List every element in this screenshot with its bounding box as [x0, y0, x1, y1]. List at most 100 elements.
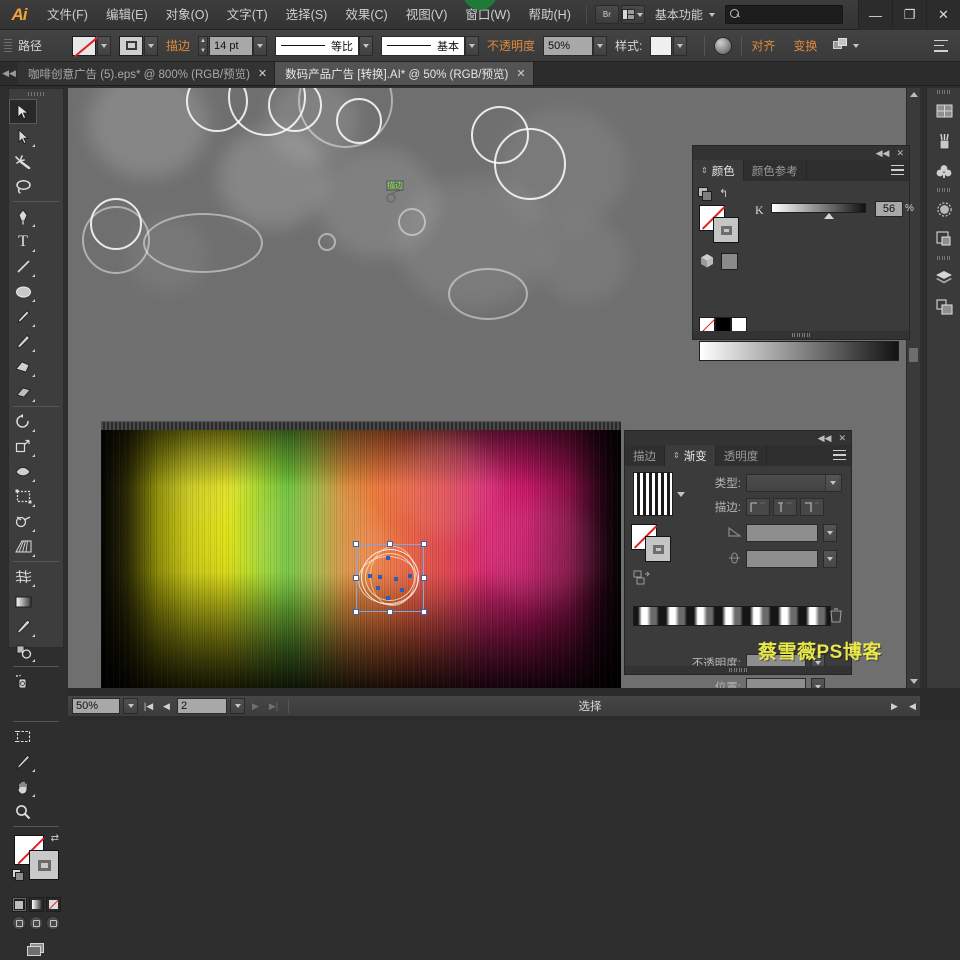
- isolate-group-icon[interactable]: [833, 37, 848, 54]
- align-button[interactable]: 对齐: [751, 37, 775, 54]
- tab-gradient[interactable]: ⇕ 渐变: [665, 445, 716, 466]
- control-panel-menu-icon[interactable]: [934, 39, 948, 52]
- path-anchor-point[interactable]: [368, 574, 372, 578]
- close-icon[interactable]: ✕: [838, 433, 846, 444]
- color-panel-resize-grip[interactable]: [693, 331, 909, 339]
- selection-handle[interactable]: [353, 609, 359, 615]
- tool-selection[interactable]: [9, 99, 37, 124]
- opacity-dropdown[interactable]: [593, 35, 608, 56]
- k-slider-thumb[interactable]: [824, 213, 834, 219]
- arrange-documents-button[interactable]: [620, 5, 645, 24]
- tool-perspective-grid[interactable]: [9, 534, 37, 559]
- control-bar-grip[interactable]: [4, 37, 12, 55]
- gradient-aspect-chevron-down-icon[interactable]: [823, 550, 837, 568]
- tool-type[interactable]: T: [9, 229, 37, 254]
- menu-effect[interactable]: 效果(C): [336, 0, 396, 30]
- tab-color-guide[interactable]: 颜色参考: [744, 160, 807, 181]
- swap-fill-stroke-icon[interactable]: ⇄: [51, 833, 59, 844]
- tool-direct-selection[interactable]: [9, 124, 37, 149]
- tab-transparency[interactable]: 透明度: [716, 445, 768, 466]
- workspace-chevron-down-icon[interactable]: [708, 12, 715, 17]
- rail-item-layers[interactable]: [927, 262, 960, 292]
- tool-width[interactable]: [9, 459, 37, 484]
- scroll-down-icon[interactable]: [910, 679, 918, 684]
- normal-screen-mode-button[interactable]: [12, 916, 26, 930]
- rail-item-artboards[interactable]: [927, 96, 960, 126]
- style-swatch[interactable]: [650, 35, 673, 56]
- artboard-dropdown[interactable]: [230, 698, 245, 714]
- close-icon[interactable]: ✕: [896, 148, 904, 159]
- gradient-preview-thumbnail[interactable]: [633, 472, 673, 516]
- default-fill-stroke-icon[interactable]: [12, 869, 25, 882]
- artboard-number-input[interactable]: 2: [177, 698, 227, 714]
- rail-item-appearance[interactable]: [927, 194, 960, 224]
- minimize-button[interactable]: —: [858, 0, 892, 30]
- selection-handle[interactable]: [353, 575, 359, 581]
- collapse-icon[interactable]: ◀◀: [876, 148, 890, 159]
- tool-magic-wand[interactable]: [9, 149, 37, 174]
- selection-handle[interactable]: [387, 609, 393, 615]
- scroll-up-icon[interactable]: [910, 92, 918, 97]
- tool-pen[interactable]: [9, 204, 37, 229]
- rail-item-transparency[interactable]: [927, 224, 960, 254]
- none-mode-button[interactable]: [45, 897, 61, 912]
- path-anchor-point[interactable]: [400, 588, 404, 592]
- selection-handle[interactable]: [421, 609, 427, 615]
- stroke-weight-dropdown[interactable]: [253, 35, 268, 56]
- stroke-along-button[interactable]: [773, 498, 797, 516]
- path-anchor-point[interactable]: [394, 577, 398, 581]
- selection-handle[interactable]: [421, 541, 427, 547]
- gradient-angle-chevron-down-icon[interactable]: [823, 524, 837, 542]
- artwork-rainbow-gradient[interactable]: [101, 430, 621, 688]
- last-color-swatch[interactable]: [721, 253, 738, 270]
- gradient-stroke-swatch[interactable]: [645, 536, 671, 562]
- reverse-gradient-icon[interactable]: [633, 570, 651, 586]
- tool-slice[interactable]: [9, 749, 37, 774]
- maximize-button[interactable]: ❐: [892, 0, 926, 30]
- menu-select[interactable]: 选择(S): [277, 0, 337, 30]
- delete-stop-icon[interactable]: [830, 608, 842, 623]
- path-anchor-point[interactable]: [376, 586, 380, 590]
- fill-stroke-toggle-icon[interactable]: [698, 187, 713, 201]
- gradient-panel-resize-grip[interactable]: [625, 666, 851, 674]
- opacity-input[interactable]: 50%: [543, 35, 594, 56]
- collapse-icon[interactable]: ◀◀: [818, 433, 832, 444]
- tool-ellipse[interactable]: [9, 279, 37, 304]
- last-artboard-button[interactable]: ▶|: [266, 698, 281, 714]
- fill-dropdown[interactable]: [97, 35, 112, 56]
- tool-blend[interactable]: [9, 639, 37, 664]
- menu-type[interactable]: 文字(T): [218, 0, 277, 30]
- scrollbar-thumb[interactable]: [909, 348, 918, 362]
- selection-handle[interactable]: [353, 541, 359, 547]
- path-anchor-point[interactable]: [386, 596, 390, 600]
- gradient-presets-chevron-down-icon[interactable]: [677, 492, 685, 497]
- fill-swatch-button[interactable]: [72, 35, 97, 56]
- next-artboard-button[interactable]: ▶: [248, 698, 263, 714]
- status-text[interactable]: 选择: [296, 698, 884, 714]
- stroke-weight-input[interactable]: 14 pt: [209, 35, 254, 56]
- style-dropdown[interactable]: [673, 35, 688, 56]
- zoom-level-dropdown[interactable]: [123, 698, 138, 714]
- tools-panel-grip[interactable]: [9, 89, 63, 99]
- stroke-profile-dropdown[interactable]: [359, 35, 374, 56]
- tool-gradient[interactable]: [9, 589, 37, 614]
- hscroll-left-arrow[interactable]: ◀: [905, 698, 920, 714]
- brush-definition-select[interactable]: 基本: [381, 35, 466, 56]
- stroke-dropdown[interactable]: [144, 35, 159, 56]
- tool-rotate[interactable]: [9, 409, 37, 434]
- path-anchor-point[interactable]: [386, 556, 390, 560]
- recolor-artwork-icon[interactable]: [714, 36, 733, 55]
- gradient-aspect-input[interactable]: [746, 550, 818, 568]
- tool-blob-brush[interactable]: [9, 354, 37, 379]
- fullscreen-menubar-mode-button[interactable]: [29, 916, 43, 930]
- tool-scale[interactable]: [9, 434, 37, 459]
- isolate-chevron-down-icon[interactable]: [853, 43, 860, 48]
- gradient-type-select[interactable]: [746, 474, 842, 492]
- tool-paintbrush[interactable]: [9, 304, 37, 329]
- document-tab-2[interactable]: 数码产品广告 [转换].AI* @ 50% (RGB/预览) ✕: [275, 62, 534, 85]
- tool-lasso[interactable]: [9, 174, 37, 199]
- opacity-label[interactable]: 不透明度: [487, 37, 535, 54]
- stroke-profile-select[interactable]: 等比: [275, 35, 360, 56]
- zoom-level-input[interactable]: 50%: [72, 698, 120, 714]
- tab-collapse-icon[interactable]: ◀◀: [0, 61, 18, 85]
